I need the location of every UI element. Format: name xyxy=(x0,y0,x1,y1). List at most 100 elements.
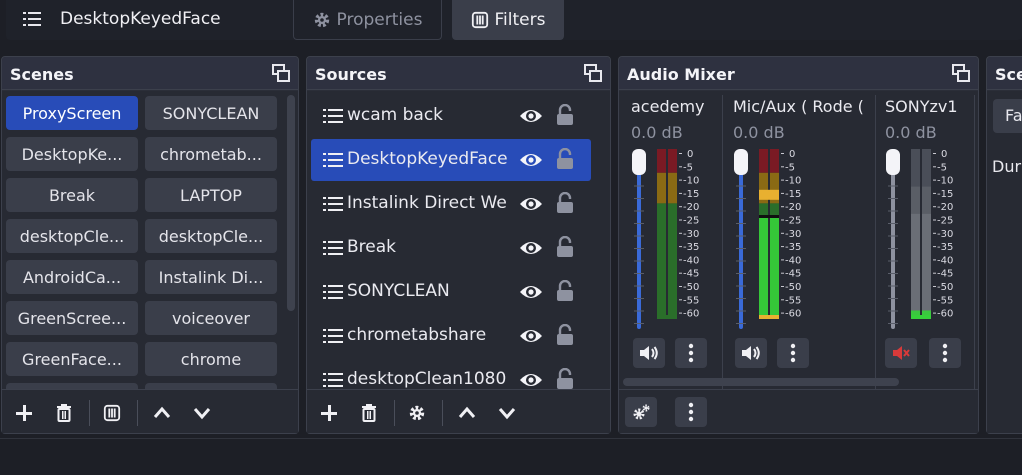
channel-menu-button[interactable] xyxy=(777,338,809,368)
scenes-scrollbar[interactable] xyxy=(287,95,295,311)
scene-item[interactable]: desktopCle... xyxy=(6,219,138,253)
filters-button[interactable]: Filters xyxy=(452,0,564,40)
unlock-icon[interactable] xyxy=(555,236,575,258)
channel-menu-button[interactable] xyxy=(929,338,961,368)
sources-title: Sources xyxy=(315,65,387,84)
slider-tick xyxy=(736,198,746,199)
meter-peak xyxy=(759,215,779,218)
volume-slider-handle xyxy=(632,149,646,175)
scene-item[interactable]: Instalink Di... xyxy=(145,260,277,294)
unlock-icon[interactable] xyxy=(555,368,575,390)
properties-button[interactable]: Properties xyxy=(293,0,442,40)
scenes-list: ProxyScreen SONYCLEAN DesktopKe... chrom… xyxy=(2,91,298,433)
source-properties-button[interactable] xyxy=(402,398,432,428)
scale-label: -35 xyxy=(785,242,801,253)
remove-source-button[interactable] xyxy=(354,398,384,428)
transition-select[interactable]: Fa xyxy=(993,99,1022,133)
slider-tick xyxy=(634,235,644,237)
scale-tick xyxy=(781,179,784,181)
unlock-icon[interactable] xyxy=(555,324,575,346)
meter-peak-hold xyxy=(759,189,779,200)
scene-item[interactable]: GreenFace... xyxy=(6,342,138,376)
move-scene-down-button[interactable] xyxy=(187,398,217,428)
context-source-name: DesktopKeyedFace xyxy=(60,9,221,29)
plus-icon xyxy=(16,405,32,421)
scene-item[interactable]: voiceover xyxy=(145,301,277,335)
unlock-icon[interactable] xyxy=(555,104,575,126)
eye-icon[interactable] xyxy=(519,194,543,214)
channel-divider xyxy=(974,95,975,405)
mute-button[interactable] xyxy=(885,338,917,368)
list-icon xyxy=(323,329,343,343)
scale-label: -5 xyxy=(683,162,693,173)
mute-button[interactable] xyxy=(735,338,767,368)
list-icon xyxy=(323,285,343,299)
eye-icon[interactable] xyxy=(519,150,543,170)
scale-label: -40 xyxy=(683,255,699,266)
scenes-dock-header: Scenes xyxy=(2,57,298,90)
scale-label: 0 xyxy=(687,149,693,160)
scale-tick xyxy=(933,206,936,208)
scene-item[interactable]: DesktopKe... xyxy=(6,137,138,171)
mixer-menu-button[interactable] xyxy=(675,397,707,427)
unlock-icon[interactable] xyxy=(555,192,575,214)
scene-item[interactable]: AndroidCa... xyxy=(6,260,138,294)
eye-icon[interactable] xyxy=(519,238,543,258)
advanced-audio-button[interactable] xyxy=(625,397,657,427)
scene-item[interactable]: Break xyxy=(6,178,138,212)
scene-item[interactable]: ProxyScreen xyxy=(6,96,138,130)
eye-icon[interactable] xyxy=(519,326,543,346)
scene-item[interactable]: GreenScree... xyxy=(6,301,138,335)
move-source-down-button[interactable] xyxy=(492,398,522,428)
list-icon xyxy=(323,197,343,211)
slider-tick xyxy=(736,235,746,237)
move-scene-up-button[interactable] xyxy=(147,398,177,428)
slider-tick xyxy=(736,185,746,187)
scale-label: -40 xyxy=(937,255,953,266)
scene-item[interactable]: SONYCLEAN xyxy=(145,96,277,130)
source-item[interactable]: chrometabshare xyxy=(311,315,591,357)
slider-tick xyxy=(888,323,898,324)
list-icon[interactable] xyxy=(22,9,42,29)
scene-item[interactable]: chrome xyxy=(145,342,277,376)
scale-label: -45 xyxy=(785,269,801,280)
source-item[interactable]: DesktopKeyedFace xyxy=(311,139,591,181)
scene-filters-button[interactable] xyxy=(97,398,127,428)
chevron-up-icon xyxy=(458,406,476,418)
scale-tick xyxy=(781,219,784,221)
scene-item[interactable]: LAPTOP xyxy=(145,178,277,212)
move-source-up-button[interactable] xyxy=(452,398,482,428)
slider-tick xyxy=(634,185,644,187)
remove-scene-button[interactable] xyxy=(49,398,79,428)
scale-label: -20 xyxy=(937,202,953,213)
scale-tick xyxy=(933,272,936,274)
undock-icon[interactable] xyxy=(272,64,290,82)
scale-label: -55 xyxy=(937,295,953,306)
scene-item[interactable]: desktopCle... xyxy=(145,219,277,253)
eye-icon[interactable] xyxy=(519,106,543,126)
eye-icon[interactable] xyxy=(519,282,543,302)
meter-floor xyxy=(911,315,931,319)
source-item[interactable]: Instalink Direct Webc xyxy=(311,183,591,225)
unlock-icon[interactable] xyxy=(555,280,575,302)
add-scene-button[interactable] xyxy=(9,398,39,428)
eye-icon[interactable] xyxy=(519,370,543,390)
filters-label: Filters xyxy=(494,9,546,30)
scale-tick xyxy=(679,206,682,208)
channel-menu-button[interactable] xyxy=(675,338,707,368)
source-item[interactable]: SONYCLEAN xyxy=(311,271,591,313)
undock-icon[interactable] xyxy=(584,64,602,82)
scene-transitions-header: Sce xyxy=(987,57,1022,90)
undock-icon[interactable] xyxy=(952,64,970,82)
source-item[interactable]: Break xyxy=(311,227,591,269)
unlock-icon[interactable] xyxy=(555,148,575,170)
add-source-button[interactable] xyxy=(314,398,344,428)
scale-label: -60 xyxy=(785,309,801,320)
scene-item[interactable]: chrometab... xyxy=(145,137,277,171)
duration-label: Dur xyxy=(992,157,1022,176)
mute-button[interactable] xyxy=(633,338,665,368)
scale-label: -30 xyxy=(937,229,953,240)
mixer-channel: Mic/Aux ( Rode (0.0 dB 0 -5 -10 -15 -20 -25 -30… xyxy=(733,91,873,391)
slider-tick xyxy=(888,310,898,312)
source-item[interactable]: wcam back xyxy=(311,95,591,137)
